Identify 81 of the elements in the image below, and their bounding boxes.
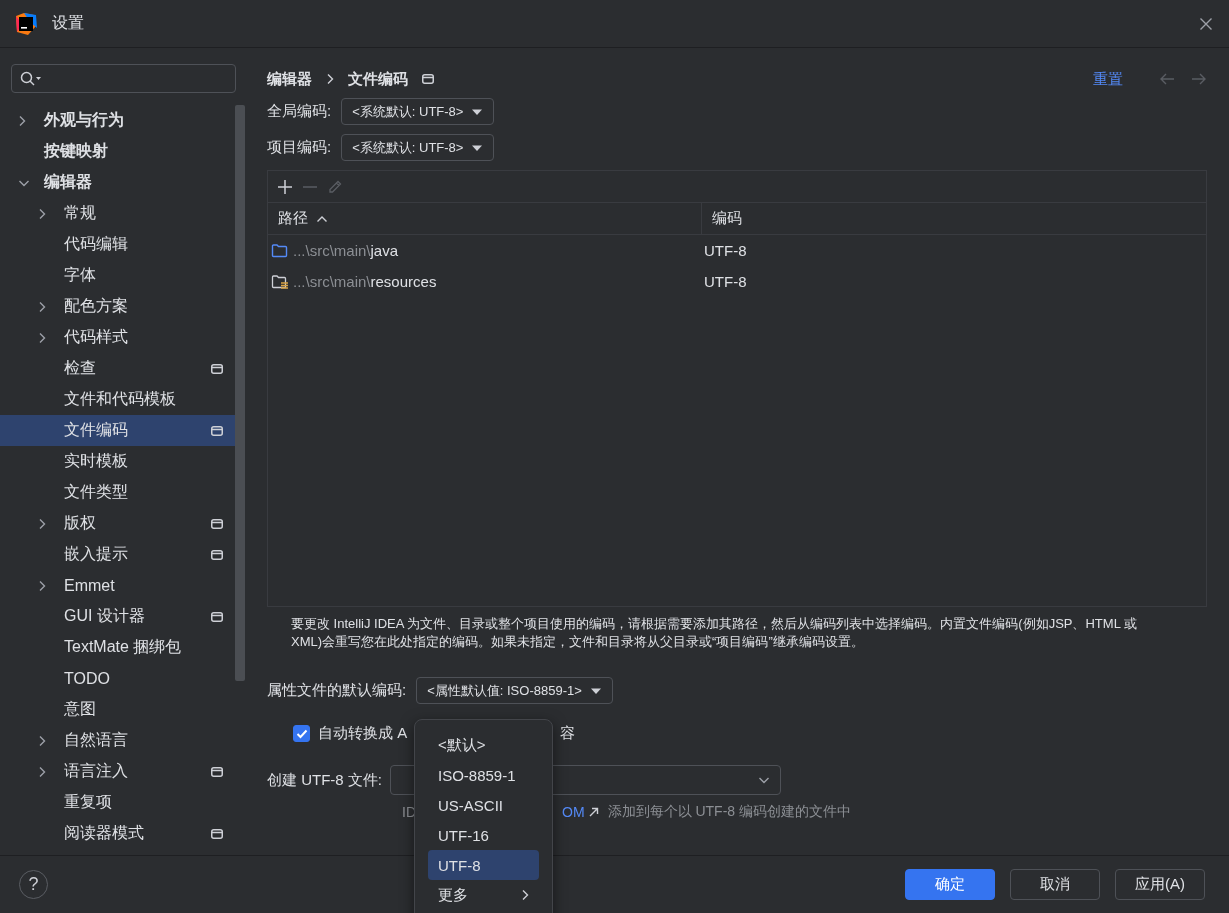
- search-icon: [20, 70, 42, 87]
- external-link-icon: [587, 806, 600, 818]
- breadcrumb-item[interactable]: 文件编码: [348, 69, 408, 89]
- column-header[interactable]: 路径: [268, 203, 702, 234]
- app-logo-icon: [14, 11, 38, 36]
- tree-item[interactable]: 字体: [0, 260, 235, 291]
- chevron-right-icon[interactable]: [38, 331, 46, 344]
- tree-item[interactable]: 意图: [0, 694, 235, 725]
- chevron-down-icon[interactable]: [758, 776, 770, 784]
- table-cell-text: UTF-8: [703, 272, 748, 292]
- breadcrumb-item[interactable]: 编辑器: [267, 69, 312, 89]
- tree-item[interactable]: 外观与行为: [0, 105, 235, 136]
- chevron-right-icon[interactable]: [38, 517, 46, 530]
- tree-item[interactable]: 按键映射: [0, 136, 235, 167]
- folder-icon: [271, 242, 289, 259]
- tree-item[interactable]: TODO: [0, 663, 235, 694]
- checkbox-label: 自动转换成 A: [318, 724, 408, 743]
- chevron-right-icon[interactable]: [38, 765, 46, 778]
- chevron-right-icon[interactable]: [18, 114, 26, 127]
- chevron-right-icon[interactable]: [326, 73, 334, 85]
- file-path: ...\src\main\java: [293, 242, 399, 259]
- close-icon[interactable]: [1199, 16, 1213, 31]
- tree-item[interactable]: 代码编辑: [0, 229, 235, 260]
- chevron-right-icon[interactable]: [38, 579, 46, 592]
- checkbox-label: 容: [560, 724, 576, 743]
- menu-item[interactable]: UTF-8: [428, 850, 539, 880]
- column-header[interactable]: 编码: [702, 203, 1206, 234]
- hint-text: 添加到每个以 UTF-8 编码创建的文件中: [607, 803, 851, 821]
- tree-item[interactable]: Emmet: [0, 570, 235, 601]
- tree-item[interactable]: 文件编码: [0, 415, 235, 446]
- chevron-right-icon[interactable]: [38, 207, 46, 220]
- dropdown-arrow-icon: [471, 143, 484, 152]
- menu-item[interactable]: US-ASCII: [428, 790, 539, 820]
- chevron-down-icon[interactable]: [18, 178, 30, 187]
- tree-item[interactable]: 重复项: [0, 787, 235, 818]
- chevron-right-icon[interactable]: [38, 734, 46, 747]
- dropdown-arrow-icon: [471, 107, 484, 116]
- tree-item[interactable]: 自然语言: [0, 725, 235, 756]
- window-title: 设置: [52, 13, 84, 33]
- tree-item[interactable]: 语言注入: [0, 756, 235, 787]
- tree-item[interactable]: TextMate 捆绑包: [0, 632, 235, 663]
- folder-icon: [271, 273, 289, 290]
- tree-item[interactable]: GUI 设计器: [0, 601, 235, 632]
- tree-item[interactable]: 实时模板: [0, 446, 235, 477]
- tree-item[interactable]: 检查: [0, 353, 235, 384]
- encoding-dropdown[interactable]: <系统默认: UTF-8>: [341, 134, 495, 161]
- encoding-dropdown[interactable]: <属性默认值: ISO-8859-1>: [416, 677, 613, 704]
- tree-item[interactable]: 编辑器: [0, 167, 235, 198]
- tree-item[interactable]: 配色方案: [0, 291, 235, 322]
- checkbox[interactable]: [293, 725, 310, 742]
- tree-item[interactable]: 文件类型: [0, 477, 235, 508]
- add-icon[interactable]: [277, 178, 293, 195]
- field-label: 全局编码:: [267, 102, 332, 121]
- chevron-right-icon[interactable]: [38, 300, 46, 313]
- checkmark-icon: [295, 728, 308, 739]
- dialog-button[interactable]: 取消: [1010, 869, 1100, 900]
- tree-item[interactable]: 版权: [0, 508, 235, 539]
- field-label: 项目编码:: [267, 138, 332, 157]
- menu-item[interactable]: <默认>: [428, 730, 539, 760]
- menu-item[interactable]: ISO-8859-1: [428, 760, 539, 790]
- scrollbar[interactable]: [235, 105, 245, 681]
- search-field[interactable]: [11, 64, 236, 93]
- menu-item[interactable]: 更多: [428, 880, 539, 910]
- dropdown-arrow-icon: [589, 686, 602, 695]
- tree-item[interactable]: 文件和代码模板: [0, 384, 235, 415]
- menu-item[interactable]: UTF-16: [428, 820, 539, 850]
- field-label: 创建 UTF-8 文件:: [267, 770, 382, 790]
- tree-item[interactable]: 阅读器模式: [0, 818, 235, 849]
- tree-item[interactable]: 嵌入提示: [0, 539, 235, 570]
- hint-link[interactable]: OM: [562, 804, 585, 820]
- table-cell-text: UTF-8: [703, 241, 748, 261]
- ok-button[interactable]: 确定: [905, 869, 995, 900]
- chevron-right-icon[interactable]: [521, 889, 529, 901]
- help-text: 要更改 IntelliJ IDEA 为文件、目录或整个项目使用的编码，请根据需要添加其路径，然后从编码列表中选择编码。内置文件编码(例如JSP、HTML 或 XML)会重写您在此处指定的编码。如果未指定，文件和目录将从父目录或“项目编码”继承编码设置。: [291, 615, 1138, 651]
- tree-item[interactable]: 代码样式: [0, 322, 235, 353]
- encoding-dropdown[interactable]: <系统默认: UTF-8>: [341, 98, 495, 125]
- reset-link[interactable]: 重置: [1093, 69, 1123, 89]
- field-label: 属性文件的默认编码:: [267, 681, 407, 700]
- tree-item[interactable]: 常规: [0, 198, 235, 229]
- dialog-button[interactable]: 应用(A): [1115, 869, 1205, 900]
- file-path: ...\src\main\resources: [293, 273, 437, 290]
